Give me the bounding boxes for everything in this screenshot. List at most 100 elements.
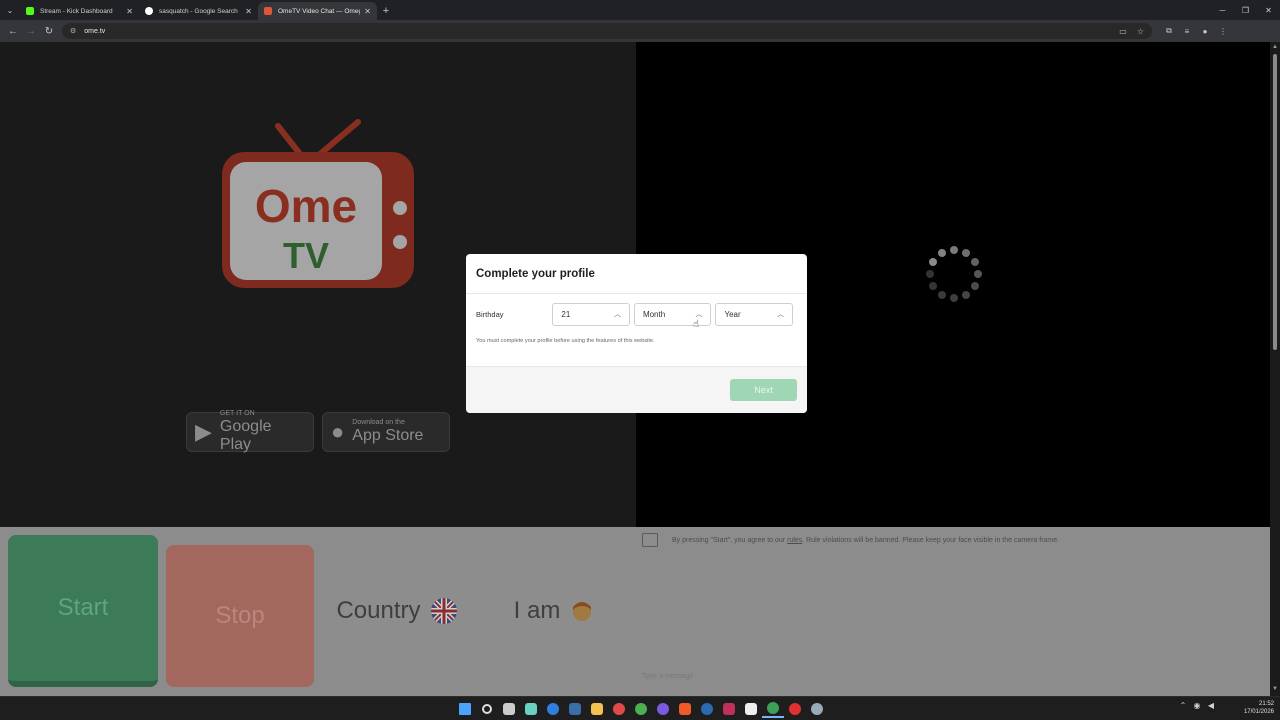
menu-dots-icon[interactable]: ⋮ <box>1214 22 1232 40</box>
reload-icon[interactable]: ↻ <box>40 22 58 40</box>
google-play-icon: ▶ <box>195 419 212 444</box>
rules-notice: By pressing "Start", you agree to our ru… <box>672 537 1059 544</box>
app-blue-icon[interactable] <box>542 700 564 718</box>
day-select[interactable]: 21 ︿ <box>552 302 630 326</box>
chat-message-input[interactable]: Type a message <box>642 673 693 680</box>
rules-notice-pre: By pressing "Start", you agree to our <box>672 537 788 544</box>
bookmark-star-icon[interactable]: ☆ <box>1137 27 1144 36</box>
chevron-up-icon: ︿ <box>695 311 703 318</box>
taskbar-apps <box>454 700 828 718</box>
google-play-badge[interactable]: ▶ GET IT ON Google Play <box>186 410 314 453</box>
birthday-row: Birthday 21 ︿ Month ︿ Year ︿ <box>466 294 807 334</box>
app-store-big-text: App Store <box>352 427 424 444</box>
google-favicon-icon <box>145 7 153 15</box>
clock-time: 21:52 <box>1258 701 1274 707</box>
cast-icon[interactable]: ▭ <box>1119 27 1127 36</box>
scroll-down-icon[interactable]: ▼ <box>1270 686 1280 692</box>
gender-selector-button[interactable]: I am <box>481 535 627 687</box>
scroll-up-icon[interactable]: ▲ <box>1270 44 1280 50</box>
logo-ome-text: Ome <box>255 180 357 232</box>
year-select[interactable]: Year ︿ <box>715 302 793 326</box>
new-tab-icon[interactable]: + <box>377 2 395 20</box>
extensions-icon[interactable]: ⧉ <box>1160 22 1178 40</box>
country-label: Country <box>336 597 421 624</box>
close-tab-icon[interactable]: ✕ <box>245 7 252 16</box>
steam-icon[interactable] <box>696 700 718 718</box>
tab-google-search[interactable]: sasquatch - Google Search ✕ <box>139 2 258 20</box>
windows-start-icon[interactable] <box>454 700 476 718</box>
settings-gear-icon[interactable] <box>806 700 828 718</box>
start-button[interactable]: Start <box>8 535 158 687</box>
scrollbar-thumb[interactable] <box>1273 54 1277 350</box>
browser-toolbar: ← → ↻ ⚙ ome.tv ▭ ☆ ⧉ ≡ ● ⋮ <box>0 20 1280 42</box>
tab-title: Stream - Kick Dashboard <box>40 7 113 15</box>
mouse-pointer-icon: ☝ <box>693 319 700 330</box>
back-icon[interactable]: ← <box>4 22 22 40</box>
system-tray: ⌃ ◉ ◀ <box>1176 701 1218 710</box>
minimize-icon[interactable]: ─ <box>1211 0 1234 20</box>
profile-avatar-icon[interactable]: ● <box>1196 22 1214 40</box>
kick-favicon-icon <box>26 7 34 15</box>
next-button[interactable]: Next <box>730 379 797 401</box>
tab-strip: ⌄ Stream - Kick Dashboard ✕ sasquatch - … <box>0 0 1280 20</box>
app-store-badge[interactable]: ● Download on the App Store <box>322 412 450 452</box>
logo-tv-text: TV <box>283 235 329 276</box>
file-explorer-icon[interactable] <box>586 700 608 718</box>
iam-label: I am <box>513 597 561 624</box>
app-circle-icon[interactable] <box>608 700 630 718</box>
google-play-small-text: GET IT ON <box>219 410 255 417</box>
close-window-icon[interactable]: ✕ <box>1257 0 1280 20</box>
page-scrollbar[interactable]: ▲ ▼ <box>1270 42 1280 696</box>
maximize-icon[interactable]: ❐ <box>1234 0 1257 20</box>
search-icon[interactable] <box>476 700 498 718</box>
stop-button[interactable]: Stop <box>166 545 314 687</box>
microphone-icon[interactable]: ◉ <box>1190 701 1204 710</box>
url-text: ome.tv <box>84 27 106 35</box>
task-view-icon[interactable] <box>498 700 520 718</box>
discord-icon[interactable] <box>652 700 674 718</box>
window-controls: ─ ❐ ✕ <box>1211 0 1280 20</box>
birthday-label: Birthday <box>476 309 504 319</box>
volume-icon[interactable]: ◀ <box>1204 701 1218 710</box>
ometv-favicon-icon <box>264 7 272 15</box>
tab-title: OmeTV Video Chat — Omegle <box>278 7 361 15</box>
tab-search-icon[interactable]: ⌄ <box>0 0 20 20</box>
copilot-icon[interactable] <box>520 700 542 718</box>
chat-panel: By pressing "Start", you agree to our ru… <box>636 527 1270 696</box>
close-tab-icon[interactable]: ✕ <box>364 7 371 16</box>
address-bar[interactable]: ⚙ ome.tv ▭ ☆ <box>62 23 1152 39</box>
chrome-active-icon[interactable] <box>762 700 784 718</box>
loading-spinner-icon <box>926 246 982 302</box>
close-tab-icon[interactable]: ✕ <box>126 7 133 16</box>
forward-icon[interactable]: → <box>22 22 40 40</box>
media-icon[interactable]: ≡ <box>1178 22 1196 40</box>
profile-requirement-note: You must complete your profile before us… <box>466 334 807 367</box>
app-red-icon[interactable] <box>784 700 806 718</box>
google-play-big-text: Google Play <box>219 418 272 453</box>
dialog-footer: Next <box>466 367 807 413</box>
day-value: 21 <box>561 309 571 319</box>
apple-icon: ● <box>331 419 345 444</box>
tab-kick-dashboard[interactable]: Stream - Kick Dashboard ✕ <box>20 2 139 20</box>
tab-ometv[interactable]: OmeTV Video Chat — Omegle ✕ <box>258 2 377 20</box>
stop-label: Stop <box>215 602 265 629</box>
chevron-up-icon: ︿ <box>613 311 621 318</box>
dialog-title: Complete your profile <box>466 254 807 294</box>
twitch-icon[interactable] <box>740 700 762 718</box>
app-dark-icon[interactable] <box>718 700 740 718</box>
month-value: Month <box>642 309 666 319</box>
chrome-icon[interactable] <box>630 700 652 718</box>
rules-link[interactable]: rules <box>787 537 802 544</box>
country-selector-button[interactable]: Country <box>323 535 470 687</box>
site-info-icon[interactable]: ⚙ <box>70 27 76 35</box>
ometv-logo: Ome TV <box>222 119 414 288</box>
uk-flag-icon <box>430 598 457 624</box>
complete-profile-dialog: Complete your profile Birthday 21 ︿ Mont… <box>466 254 807 413</box>
clock[interactable]: 21:52 17/01/2026 <box>1234 700 1274 716</box>
tab-title: sasquatch - Google Search <box>159 7 238 15</box>
tray-chevron-icon[interactable]: ⌃ <box>1176 701 1190 710</box>
rules-notice-post: . Rule violations will be banned. Please… <box>802 537 1060 544</box>
brave-icon[interactable] <box>674 700 696 718</box>
app-generic-icon[interactable] <box>564 700 586 718</box>
start-label: Start <box>57 594 109 621</box>
